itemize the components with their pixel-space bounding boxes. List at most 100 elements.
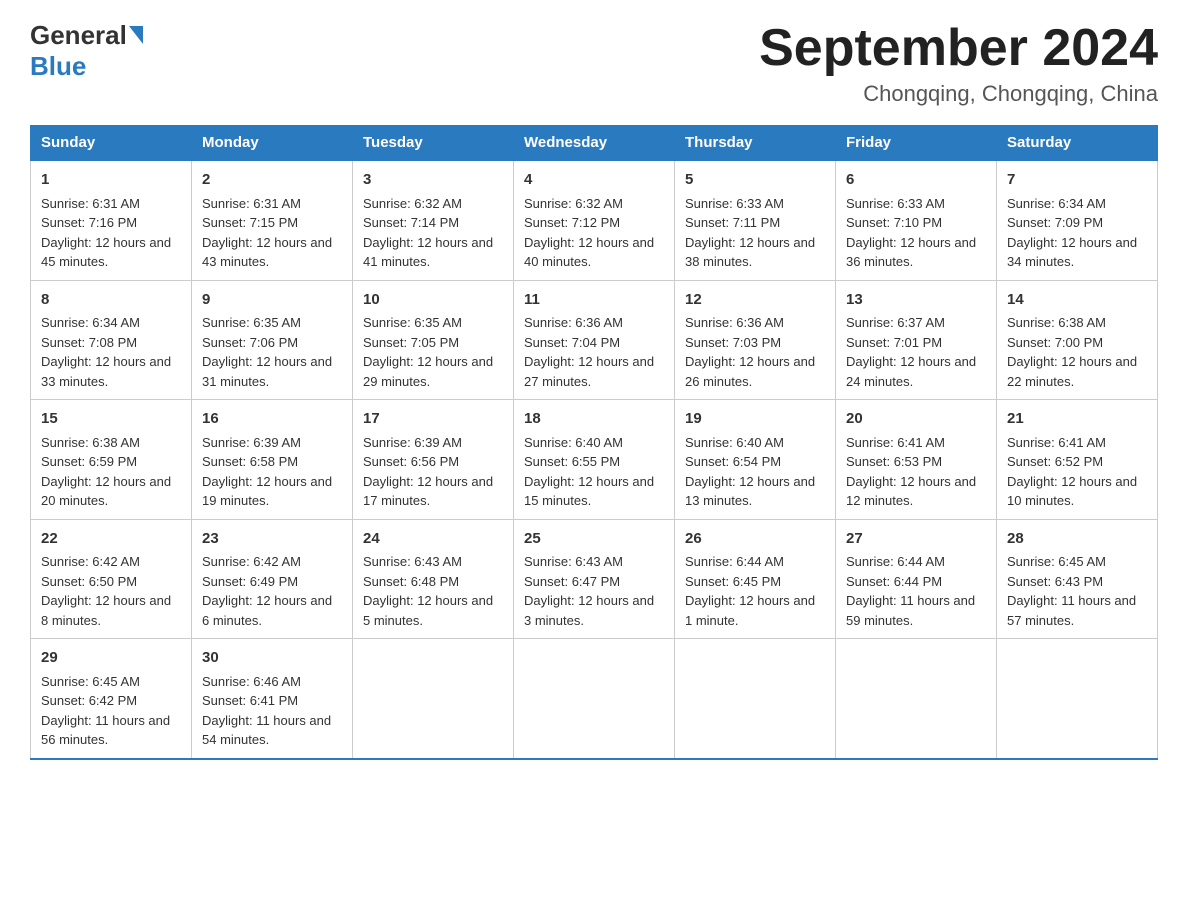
calendar-cell: 29 Sunrise: 6:45 AMSunset: 6:42 PMDayligh… <box>31 639 192 759</box>
calendar-cell: 25 Sunrise: 6:43 AMSunset: 6:47 PMDayligh… <box>514 519 675 639</box>
calendar-cell: 22 Sunrise: 6:42 AMSunset: 6:50 PMDayligh… <box>31 519 192 639</box>
calendar-cell: 10Sunrise: 6:35 AMSunset: 7:05 PMDayligh… <box>353 280 514 400</box>
logo-arrow-icon <box>129 26 143 44</box>
day-info: Sunrise: 6:41 AMSunset: 6:53 PMDaylight:… <box>846 435 976 509</box>
day-info: Sunrise: 6:31 AMSunset: 7:15 PMDaylight:… <box>202 196 332 270</box>
calendar-cell: 17 Sunrise: 6:39 AMSunset: 6:56 PMDayligh… <box>353 400 514 520</box>
day-number: 26 <box>685 528 825 551</box>
calendar-cell: 3 Sunrise: 6:32 AMSunset: 7:14 PMDaylight… <box>353 160 514 280</box>
calendar-cell: 12 Sunrise: 6:36 AMSunset: 7:03 PMDayligh… <box>675 280 836 400</box>
calendar-cell: 11 Sunrise: 6:36 AMSunset: 7:04 PMDayligh… <box>514 280 675 400</box>
calendar-cell: 27Sunrise: 6:44 AMSunset: 6:44 PMDayligh… <box>836 519 997 639</box>
day-number: 17 <box>363 408 503 431</box>
day-number: 18 <box>524 408 664 431</box>
day-info: Sunrise: 6:39 AMSunset: 6:58 PMDaylight:… <box>202 435 332 509</box>
day-info: Sunrise: 6:42 AMSunset: 6:49 PMDaylight:… <box>202 554 332 628</box>
day-number: 5 <box>685 169 825 192</box>
calendar-cell: 20 Sunrise: 6:41 AMSunset: 6:53 PMDayligh… <box>836 400 997 520</box>
day-info: Sunrise: 6:35 AMSunset: 7:06 PMDaylight:… <box>202 315 332 389</box>
logo-blue-text: Blue <box>30 51 86 82</box>
header-monday: Monday <box>192 126 353 161</box>
day-number: 11 <box>524 289 664 312</box>
calendar-cell: 26Sunrise: 6:44 AMSunset: 6:45 PMDayligh… <box>675 519 836 639</box>
logo-general-text: General <box>30 20 127 51</box>
day-info: Sunrise: 6:44 AMSunset: 6:44 PMDaylight:… <box>846 554 975 628</box>
day-info: Sunrise: 6:38 AMSunset: 6:59 PMDaylight:… <box>41 435 171 509</box>
logo: General Blue <box>30 20 143 82</box>
calendar-cell: 28 Sunrise: 6:45 AMSunset: 6:43 PMDayligh… <box>997 519 1158 639</box>
day-info: Sunrise: 6:42 AMSunset: 6:50 PMDaylight:… <box>41 554 171 628</box>
day-info: Sunrise: 6:45 AMSunset: 6:42 PMDaylight:… <box>41 674 170 748</box>
header-tuesday: Tuesday <box>353 126 514 161</box>
day-number: 21 <box>1007 408 1147 431</box>
calendar-cell: 16 Sunrise: 6:39 AMSunset: 6:58 PMDayligh… <box>192 400 353 520</box>
calendar-week-row: 22 Sunrise: 6:42 AMSunset: 6:50 PMDayligh… <box>31 519 1158 639</box>
day-info: Sunrise: 6:34 AMSunset: 7:08 PMDaylight:… <box>41 315 171 389</box>
day-number: 6 <box>846 169 986 192</box>
day-info: Sunrise: 6:45 AMSunset: 6:43 PMDaylight:… <box>1007 554 1136 628</box>
calendar-cell: 8 Sunrise: 6:34 AMSunset: 7:08 PMDaylight… <box>31 280 192 400</box>
header-saturday: Saturday <box>997 126 1158 161</box>
day-info: Sunrise: 6:46 AMSunset: 6:41 PMDaylight:… <box>202 674 331 748</box>
day-number: 20 <box>846 408 986 431</box>
calendar-header-row: SundayMondayTuesdayWednesdayThursdayFrid… <box>31 126 1158 161</box>
day-number: 7 <box>1007 169 1147 192</box>
calendar-subtitle: Chongqing, Chongqing, China <box>759 81 1158 107</box>
day-number: 12 <box>685 289 825 312</box>
day-info: Sunrise: 6:32 AMSunset: 7:14 PMDaylight:… <box>363 196 493 270</box>
day-number: 22 <box>41 528 181 551</box>
day-info: Sunrise: 6:40 AMSunset: 6:55 PMDaylight:… <box>524 435 654 509</box>
day-number: 10 <box>363 289 503 312</box>
calendar-cell: 23 Sunrise: 6:42 AMSunset: 6:49 PMDayligh… <box>192 519 353 639</box>
calendar-cell: 5 Sunrise: 6:33 AMSunset: 7:11 PMDaylight… <box>675 160 836 280</box>
calendar-cell: 2Sunrise: 6:31 AMSunset: 7:15 PMDaylight… <box>192 160 353 280</box>
day-info: Sunrise: 6:36 AMSunset: 7:04 PMDaylight:… <box>524 315 654 389</box>
calendar-table: SundayMondayTuesdayWednesdayThursdayFrid… <box>30 125 1158 760</box>
calendar-week-row: 8 Sunrise: 6:34 AMSunset: 7:08 PMDaylight… <box>31 280 1158 400</box>
day-number: 8 <box>41 289 181 312</box>
header-wednesday: Wednesday <box>514 126 675 161</box>
header-sunday: Sunday <box>31 126 192 161</box>
day-info: Sunrise: 6:39 AMSunset: 6:56 PMDaylight:… <box>363 435 493 509</box>
day-number: 29 <box>41 647 181 670</box>
day-number: 28 <box>1007 528 1147 551</box>
calendar-cell: 21 Sunrise: 6:41 AMSunset: 6:52 PMDayligh… <box>997 400 1158 520</box>
day-number: 23 <box>202 528 342 551</box>
day-number: 14 <box>1007 289 1147 312</box>
calendar-cell: 15Sunrise: 6:38 AMSunset: 6:59 PMDayligh… <box>31 400 192 520</box>
day-number: 16 <box>202 408 342 431</box>
day-info: Sunrise: 6:34 AMSunset: 7:09 PMDaylight:… <box>1007 196 1137 270</box>
day-info: Sunrise: 6:33 AMSunset: 7:11 PMDaylight:… <box>685 196 815 270</box>
calendar-cell: 4Sunrise: 6:32 AMSunset: 7:12 PMDaylight… <box>514 160 675 280</box>
day-info: Sunrise: 6:36 AMSunset: 7:03 PMDaylight:… <box>685 315 815 389</box>
day-number: 4 <box>524 169 664 192</box>
calendar-week-row: 29 Sunrise: 6:45 AMSunset: 6:42 PMDayligh… <box>31 639 1158 759</box>
day-info: Sunrise: 6:37 AMSunset: 7:01 PMDaylight:… <box>846 315 976 389</box>
calendar-cell: 14 Sunrise: 6:38 AMSunset: 7:00 PMDayligh… <box>997 280 1158 400</box>
day-info: Sunrise: 6:43 AMSunset: 6:47 PMDaylight:… <box>524 554 654 628</box>
calendar-cell: 6 Sunrise: 6:33 AMSunset: 7:10 PMDaylight… <box>836 160 997 280</box>
page-header: General Blue September 2024 Chongqing, C… <box>30 20 1158 107</box>
day-number: 30 <box>202 647 342 670</box>
calendar-title-area: September 2024 Chongqing, Chongqing, Chi… <box>759 20 1158 107</box>
calendar-cell <box>836 639 997 759</box>
day-number: 13 <box>846 289 986 312</box>
calendar-cell <box>353 639 514 759</box>
day-number: 25 <box>524 528 664 551</box>
day-info: Sunrise: 6:38 AMSunset: 7:00 PMDaylight:… <box>1007 315 1137 389</box>
calendar-week-row: 15Sunrise: 6:38 AMSunset: 6:59 PMDayligh… <box>31 400 1158 520</box>
day-info: Sunrise: 6:41 AMSunset: 6:52 PMDaylight:… <box>1007 435 1137 509</box>
day-info: Sunrise: 6:33 AMSunset: 7:10 PMDaylight:… <box>846 196 976 270</box>
calendar-cell <box>675 639 836 759</box>
day-info: Sunrise: 6:40 AMSunset: 6:54 PMDaylight:… <box>685 435 815 509</box>
calendar-cell: 13 Sunrise: 6:37 AMSunset: 7:01 PMDayligh… <box>836 280 997 400</box>
calendar-cell: 18 Sunrise: 6:40 AMSunset: 6:55 PMDayligh… <box>514 400 675 520</box>
calendar-cell <box>997 639 1158 759</box>
day-number: 1 <box>41 169 181 192</box>
day-number: 24 <box>363 528 503 551</box>
calendar-cell: 30 Sunrise: 6:46 AMSunset: 6:41 PMDayligh… <box>192 639 353 759</box>
day-number: 3 <box>363 169 503 192</box>
calendar-cell: 7 Sunrise: 6:34 AMSunset: 7:09 PMDaylight… <box>997 160 1158 280</box>
day-info: Sunrise: 6:31 AMSunset: 7:16 PMDaylight:… <box>41 196 171 270</box>
header-friday: Friday <box>836 126 997 161</box>
